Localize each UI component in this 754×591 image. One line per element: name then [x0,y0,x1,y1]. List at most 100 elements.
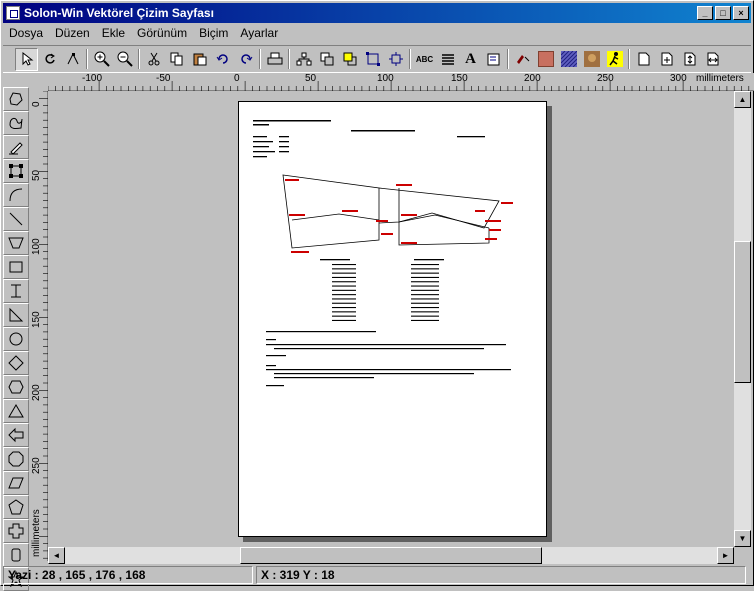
menu-bicim[interactable]: Biçim [193,26,234,40]
diamond-icon[interactable] [3,351,29,375]
scroll-down-button[interactable]: ▼ [734,530,751,547]
toolbar: ABC A [3,45,751,73]
page-drawing [253,120,513,387]
scroll-right-button[interactable]: ► [717,547,734,564]
bring-front-icon[interactable] [315,48,338,71]
octagon-icon[interactable] [3,447,29,471]
properties-icon[interactable] [482,48,505,71]
copy-icon[interactable] [165,48,188,71]
new-page-icon[interactable] [632,48,655,71]
ellipse-icon[interactable] [3,327,29,351]
node-rect-icon[interactable] [3,159,29,183]
ruler-label: 0 [234,73,240,84]
pattern-icon[interactable] [557,48,580,71]
fit-height-icon[interactable] [678,48,701,71]
fit-width-icon[interactable] [701,48,724,71]
menu-dosya[interactable]: Dosya [3,26,49,40]
rotate-icon[interactable] [38,48,61,71]
ruler-ticks [47,81,750,91]
curve-shape-icon[interactable] [3,111,29,135]
window-title: Solon-Win Vektörel Çizim Sayfası [24,6,214,20]
parallelogram-icon[interactable] [3,471,29,495]
vertical-scrollbar[interactable]: ▲ ▼ [734,91,751,547]
ruler-label: 200 [31,384,42,401]
rectangle-icon[interactable] [3,255,29,279]
menu-gorunum[interactable]: Görünüm [131,26,193,40]
group-icon[interactable] [292,48,315,71]
add-page-icon[interactable] [655,48,678,71]
ruler-label: 150 [31,311,42,328]
scroll-left-button[interactable]: ◄ [48,547,65,564]
font-icon[interactable]: A [459,48,482,71]
freeform-shape-icon[interactable] [3,87,29,111]
ruler-label: 300 [670,73,687,84]
ruler-unit: millimeters [31,509,42,557]
ruler-label: 0 [31,101,42,107]
status-bar: Yazi : 28 , 165 , 176 , 168 X : 319 Y : … [3,566,753,585]
ruler-label: 50 [305,73,317,84]
ruler-label: 50 [31,169,42,181]
ruler-label: 250 [597,73,614,84]
lines-icon[interactable] [436,48,459,71]
rounded-rect-icon[interactable] [3,543,29,567]
minimize-button[interactable]: _ [697,6,713,20]
status-text-coords: Yazi : 28 , 165 , 176 , 168 [3,566,253,584]
ruler-label: 100 [377,73,394,84]
scroll-up-button[interactable]: ▲ [734,91,751,108]
dimension-icon[interactable] [3,279,29,303]
menu-duzen[interactable]: Düzen [49,26,96,40]
horizontal-scroll-thumb[interactable] [240,547,542,564]
ruler-label: -50 [156,73,171,84]
pentagon-icon[interactable] [3,495,29,519]
application-window: Solon-Win Vektörel Çizim Sayfası _ □ × D… [0,0,754,591]
ruler-label: 200 [524,73,541,84]
run-icon[interactable] [603,48,626,71]
right-triangle-icon[interactable] [3,303,29,327]
title-bar: Solon-Win Vektörel Çizim Sayfası _ □ × [3,3,751,23]
vertical-ruler: 0 50 100 150 200 250 millimeters [31,90,48,561]
menu-bar: Dosya Düzen Ekle Görünüm Biçim Ayarlar [3,23,751,43]
redo-icon[interactable] [234,48,257,71]
drawing-canvas[interactable] [48,91,734,547]
distribute-icon[interactable] [384,48,407,71]
drawing-page[interactable] [238,101,547,537]
triangle-icon[interactable] [3,399,29,423]
ruler-label: -100 [82,73,103,84]
scroll-corner [734,547,751,564]
zoom-in-icon[interactable] [90,48,113,71]
ruler-label: 100 [31,238,42,255]
hexagon-icon[interactable] [3,375,29,399]
status-cursor-position: X : 319 Y : 18 [256,566,746,584]
line-icon[interactable] [3,207,29,231]
zoom-out-icon[interactable] [113,48,136,71]
drawing-tools-panel [3,87,31,591]
align-icon[interactable] [361,48,384,71]
fill-color-icon[interactable] [534,48,557,71]
undo-icon[interactable] [211,48,234,71]
close-button[interactable]: × [733,6,749,20]
maximize-button[interactable]: □ [715,6,731,20]
ruler-label: 250 [31,457,42,474]
pen-color-icon[interactable] [511,48,534,71]
cross-icon[interactable] [3,519,29,543]
arc-icon[interactable] [3,183,29,207]
pencil-icon[interactable] [3,135,29,159]
ruler-unit: millimeters [696,73,744,84]
paste-icon[interactable] [188,48,211,71]
select-arrow-icon[interactable] [15,47,38,71]
print-icon[interactable] [263,48,286,71]
horizontal-scrollbar[interactable]: ◄ ► [48,547,734,564]
vertical-scroll-thumb[interactable] [734,241,751,383]
horizontal-ruler: -100 -50 0 50 100 150 200 250 300 millim… [47,73,754,91]
app-icon[interactable] [6,6,20,20]
menu-ayarlar[interactable]: Ayarlar [234,26,284,40]
arrow-shape-icon[interactable] [3,423,29,447]
menu-ekle[interactable]: Ekle [96,26,131,40]
image-icon[interactable] [580,48,603,71]
cut-icon[interactable] [142,48,165,71]
text-tool-icon[interactable]: ABC [413,48,436,71]
send-back-icon[interactable] [338,48,361,71]
node-edit-icon[interactable] [61,48,84,71]
ruler-label: 150 [451,73,468,84]
trapezoid-icon[interactable] [3,231,29,255]
